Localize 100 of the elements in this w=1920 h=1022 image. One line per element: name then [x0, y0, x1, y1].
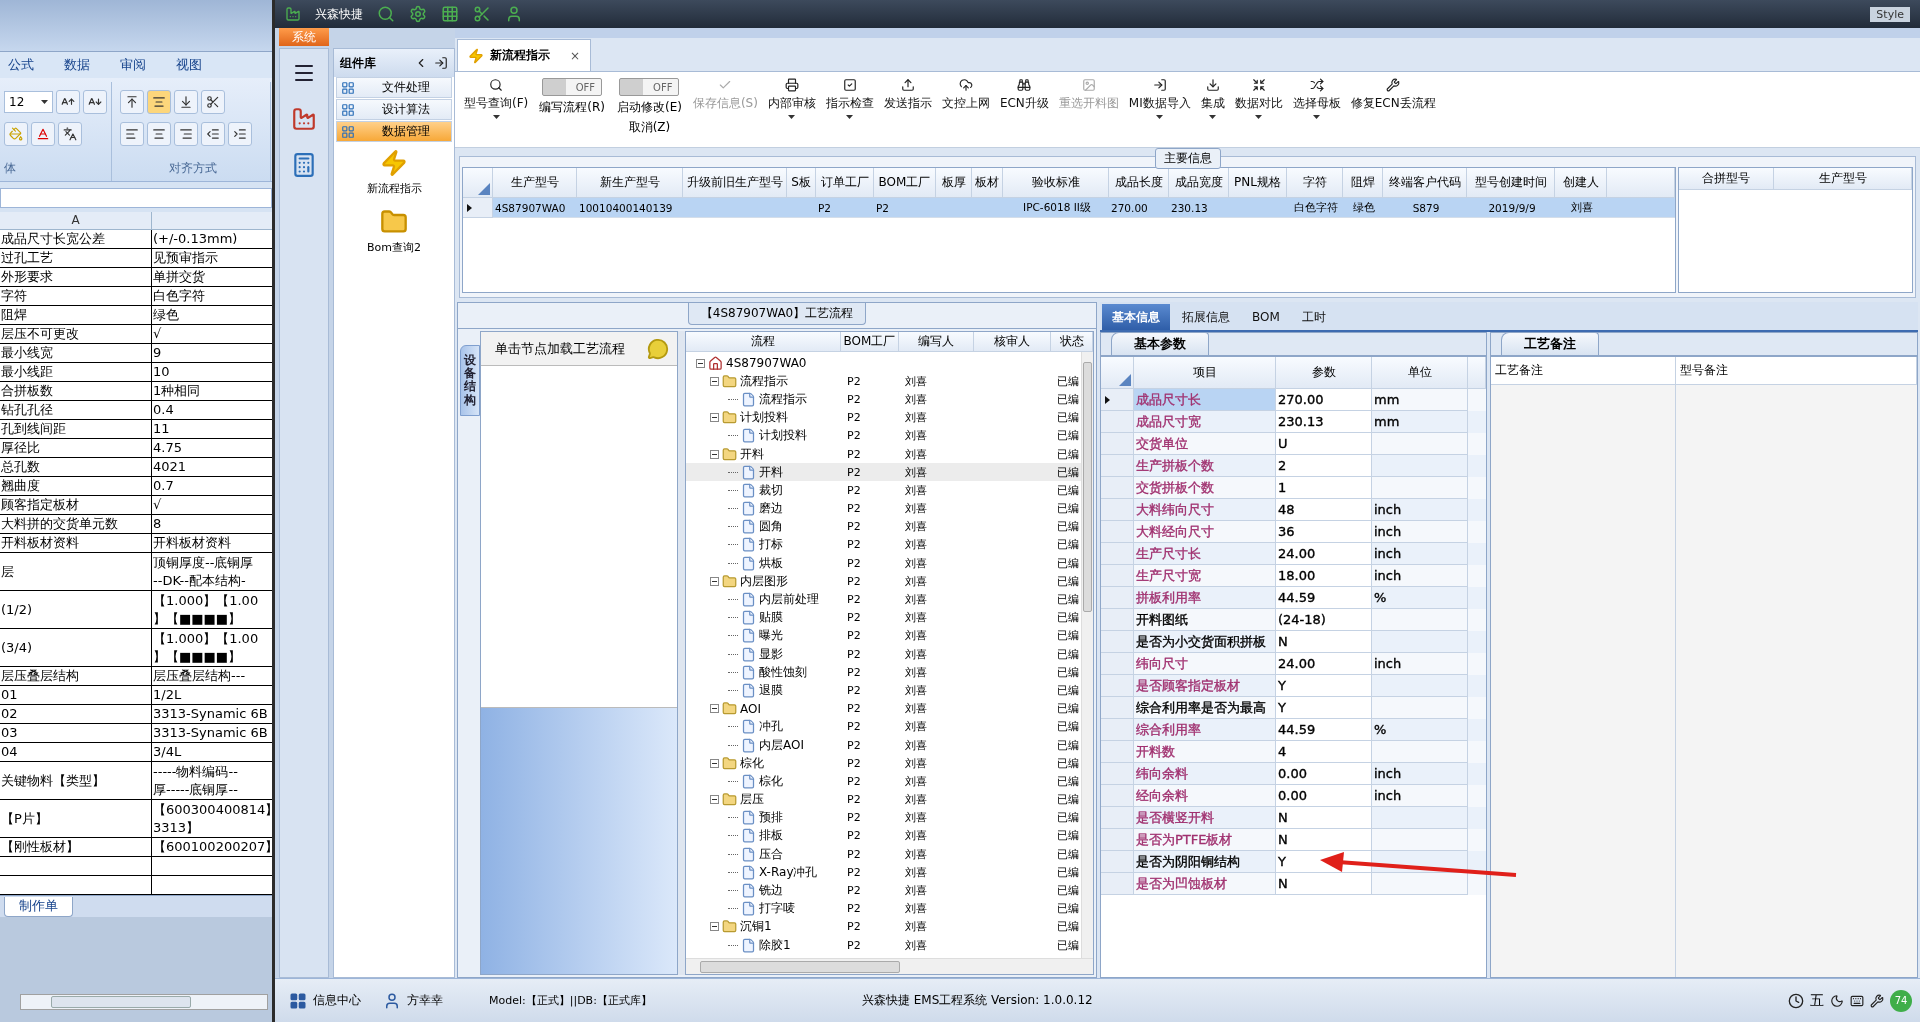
tree-row[interactable]: 烘板 P2 刘喜 已编 [686, 554, 1081, 573]
collapse-toggle-icon[interactable] [710, 795, 719, 805]
shortcut-item[interactable]: 新流程指示 [334, 143, 454, 202]
collapse-toggle-icon[interactable] [710, 376, 719, 386]
toolbar-button[interactable]: 修复ECN丢流程 [1347, 78, 1439, 112]
column-header[interactable]: 新生产型号 [577, 168, 683, 198]
param-row[interactable]: 拼板利用率 44.59 % [1101, 587, 1486, 609]
tree-row[interactable]: 流程指示 P2 刘喜 已编 [686, 372, 1081, 391]
toolbar-button[interactable]: ECN升级 [996, 78, 1052, 112]
collapse-toggle-icon[interactable] [696, 358, 705, 368]
sheet-tab[interactable]: 制作单 [4, 896, 73, 917]
tree-row[interactable]: 开料 P2 刘喜 已编 [686, 444, 1081, 464]
tree-row[interactable]: 磨边 P2 刘喜 已编 [686, 499, 1081, 518]
param-row[interactable]: 成品尺寸宽 230.13 mm [1101, 411, 1486, 433]
toolbar-button[interactable]: 内部审核 [764, 78, 819, 119]
user-button[interactable]: 方幸幸 [377, 991, 449, 1010]
tree-row[interactable]: 计划投料 P2 刘喜 已编 [686, 408, 1081, 427]
tree-row[interactable]: 开料 P2 刘喜 已编 [686, 463, 1081, 482]
toolbar-button[interactable]: 文控上网 [938, 78, 993, 112]
column-header[interactable]: 型号创建时间 [1467, 168, 1555, 198]
outdent-button[interactable] [201, 122, 225, 146]
fill-color-button[interactable] [4, 122, 28, 146]
tree-row[interactable]: 裁切 P2 刘喜 已编 [686, 481, 1081, 500]
tree-row[interactable]: 冲孔 P2 刘喜 已编 [686, 717, 1081, 736]
library-item[interactable]: 设计算法 [336, 99, 452, 120]
toolbar-button[interactable]: 型号查询(F) [461, 78, 532, 119]
column-header[interactable]: 项目 [1134, 357, 1276, 389]
tree-row[interactable]: 贴膜 P2 刘喜 已编 [686, 608, 1081, 627]
row-header[interactable] [1101, 389, 1134, 411]
tree-row[interactable]: 压合 P2 刘喜 已编 [686, 845, 1081, 864]
section-tab[interactable]: 基本参数 [1111, 332, 1209, 355]
align-center-button[interactable] [147, 122, 171, 146]
param-row[interactable]: 交货单位 U [1101, 433, 1486, 455]
toolbar-button[interactable]: 数据对比 [1231, 78, 1286, 119]
column-header[interactable]: 单位 [1372, 357, 1468, 389]
ribbon-tab[interactable]: 数据 [64, 56, 90, 74]
column-header[interactable]: 参数 [1276, 357, 1372, 389]
toggle-switch[interactable]: OFF [619, 78, 680, 96]
table-row[interactable]: 4S87907WA0 10010400140139 P2 P2 IPC-6018 II级 270.00 230.13 白色字符 绿色 S879 2019/9/9 刘喜 [463, 198, 1675, 218]
param-row[interactable]: 生产尺寸宽 18.00 inch [1101, 565, 1486, 587]
param-row[interactable]: 经向余料 0.00 inch [1101, 785, 1486, 807]
toggle-switch[interactable]: OFF [542, 78, 603, 96]
align-left-button[interactable] [120, 122, 144, 146]
column-header[interactable]: 编写人 [899, 332, 974, 352]
column-header[interactable]: 字符 [1287, 168, 1343, 198]
param-row[interactable]: 纬向余料 0.00 inch [1101, 763, 1486, 785]
tree-row[interactable]: 内层前处理 P2 刘喜 已编 [686, 590, 1081, 609]
ribbon-tab[interactable]: 审阅 [120, 56, 146, 74]
collapse-toggle-icon[interactable] [710, 413, 719, 423]
library-item[interactable]: 数据管理 [336, 121, 452, 142]
info-tab[interactable]: 基本信息 [1102, 304, 1170, 330]
align-bottom-button[interactable] [174, 90, 198, 114]
column-header[interactable]: 验收标准 [1003, 168, 1109, 198]
tree-row[interactable]: 酸性蚀刻 P2 刘喜 已编 [686, 663, 1081, 682]
collapse-toggle-icon[interactable] [710, 576, 719, 586]
tree-row[interactable]: 排板 P2 刘喜 已编 [686, 826, 1081, 846]
tree-row[interactable]: AOI P2 刘喜 已编 [686, 699, 1081, 718]
column-header[interactable]: 升级前旧生产型号 [683, 168, 787, 198]
vertical-scrollbar[interactable] [1081, 352, 1093, 958]
grow-font-button[interactable] [56, 90, 80, 114]
tree-row[interactable]: 内层图形 P2 刘喜 已编 [686, 572, 1081, 591]
param-row[interactable]: 交货拼板个数 1 [1101, 477, 1486, 499]
tree-row[interactable]: 棕化 P2 刘喜 已编 [686, 754, 1081, 773]
param-row[interactable]: 生产拼板个数 2 [1101, 455, 1486, 477]
toolbar-button[interactable]: 发送指示 [880, 78, 935, 112]
shortcut-item[interactable]: Bom查询2 [334, 202, 454, 261]
column-header[interactable]: 成品长度 [1109, 168, 1169, 198]
column-header[interactable]: 阻焊 [1343, 168, 1383, 198]
column-header[interactable]: 订单工厂 [816, 168, 874, 198]
param-row[interactable]: 是否为小交货面积拼板 N [1101, 631, 1486, 653]
column-header[interactable]: 合拼型号 [1679, 168, 1774, 190]
column-header[interactable]: 板材 [972, 168, 1003, 198]
column-header[interactable]: 终端客户代码 [1383, 168, 1467, 198]
param-row[interactable]: 大料经向尺寸 36 inch [1101, 521, 1486, 543]
param-row[interactable]: 综合利用率是否为最高 Y [1101, 697, 1486, 719]
tree-row[interactable]: 打字唛 P2 刘喜 已编 [686, 899, 1081, 918]
tree-row[interactable]: 显影 P2 刘喜 已编 [686, 645, 1081, 664]
tree-row[interactable]: 曝光 P2 刘喜 已编 [686, 626, 1081, 645]
tree-row[interactable]: 棕化 P2 刘喜 已编 [686, 772, 1081, 791]
param-row[interactable]: 综合利用率 44.59 % [1101, 719, 1486, 741]
style-menu[interactable]: Style [1870, 6, 1910, 22]
ime-indicator[interactable]: 五 [1810, 991, 1824, 1010]
tree-row[interactable]: 层压 P2 刘喜 已编 [686, 790, 1081, 809]
collapse-toggle-icon[interactable] [710, 922, 719, 932]
column-header[interactable]: 生产型号 [493, 168, 577, 198]
tree-row[interactable]: 退膜 P2 刘喜 已编 [686, 681, 1081, 700]
param-row[interactable]: 开料图纸 (24-18) [1101, 609, 1486, 631]
column-header[interactable]: 核审人 [974, 332, 1051, 352]
align-top-button[interactable] [120, 90, 144, 114]
param-row[interactable]: 是否顾客指定板材 Y [1101, 675, 1486, 697]
column-header[interactable]: 状态 [1051, 332, 1093, 352]
toolbar-button[interactable]: MI数据导入 [1125, 78, 1194, 119]
tree-row[interactable]: 4S87907WA0 [686, 354, 1081, 373]
param-row[interactable]: 开料数 4 [1101, 741, 1486, 763]
document-tab[interactable]: 新流程指示 × [457, 39, 592, 71]
param-row[interactable]: 是否为阴阳铜结构 Y [1101, 851, 1486, 873]
collapse-toggle-icon[interactable] [710, 449, 719, 459]
column-header[interactable]: 流程 [686, 332, 841, 352]
info-tab[interactable]: 工时 [1291, 304, 1336, 330]
ribbon-tab[interactable]: 公式 [8, 56, 34, 74]
